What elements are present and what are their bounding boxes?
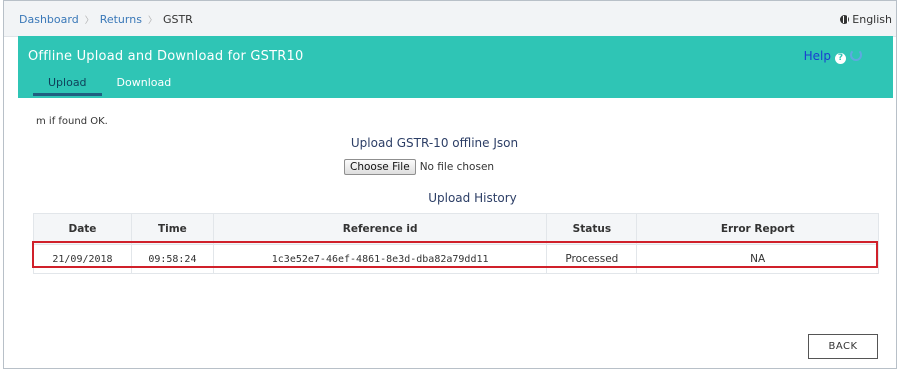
table-row: 21/09/2018 09:58:24 1c3e52e7-46ef-4861-8… [33, 244, 879, 274]
refresh-icon[interactable] [850, 49, 862, 61]
file-status-text: No file chosen [419, 161, 495, 173]
breadcrumb-returns[interactable]: Returns [100, 13, 142, 26]
help-link[interactable]: Help? [804, 49, 862, 64]
upload-history-heading-text: Upload History [428, 191, 517, 205]
breadcrumb-dashboard[interactable]: Dashboard [19, 13, 79, 26]
page-frame: Dashboard 〉 Returns 〉 GSTR English Offline U… [3, 0, 897, 369]
breadcrumb-separator: 〉 [84, 16, 94, 26]
language-selector[interactable]: English [840, 13, 892, 26]
tab-upload[interactable]: Upload [33, 72, 102, 96]
help-icon[interactable]: ? [835, 53, 846, 64]
breadcrumb-current: GSTR [162, 13, 193, 26]
help-label: Help [803, 49, 831, 63]
column-header-date: Date [33, 213, 132, 245]
cell-status: Processed [546, 244, 638, 274]
language-label: English [852, 13, 892, 26]
column-header-time: Time [130, 213, 214, 245]
column-header-error-report: Error Report [636, 213, 879, 245]
tab-download[interactable]: Download [102, 72, 187, 96]
page-header: Offline Upload and Download for GSTR10 H… [18, 36, 893, 98]
upload-heading: Upload GSTR-10 offline Json [18, 136, 867, 150]
breadcrumb-bar: Dashboard 〉 Returns 〉 GSTR English [4, 1, 896, 37]
breadcrumb-separator: 〉 [147, 16, 157, 26]
table-header-row: Date Time Reference id Status Error Repo… [33, 213, 879, 245]
cell-reference-id: 1c3e52e7-46ef-4861-8e3d-dba82a79dd11 [212, 244, 548, 274]
breadcrumb: Dashboard 〉 Returns 〉 GSTR [19, 13, 193, 26]
back-button[interactable]: BACK [808, 334, 878, 359]
upload-heading-text: Upload GSTR-10 offline Json [350, 136, 519, 150]
cell-time: 09:58:24 [130, 244, 214, 274]
upload-history-heading: Upload History [18, 191, 867, 205]
choose-file-button[interactable]: Choose File [344, 159, 416, 175]
column-header-status: Status [546, 213, 638, 245]
instruction-text: m if found OK. [36, 116, 108, 127]
upload-history-table: Date Time Reference id Status Error Repo… [33, 213, 879, 274]
cell-error-report: NA [636, 244, 879, 274]
tab-bar: Upload Download [33, 72, 186, 98]
file-upload-control: Choose File No file chosen [344, 159, 494, 175]
globe-icon [840, 15, 850, 24]
page-title: Offline Upload and Download for GSTR10 [28, 49, 304, 64]
column-header-reference-id: Reference id [212, 213, 548, 245]
cell-date: 21/09/2018 [33, 244, 132, 274]
